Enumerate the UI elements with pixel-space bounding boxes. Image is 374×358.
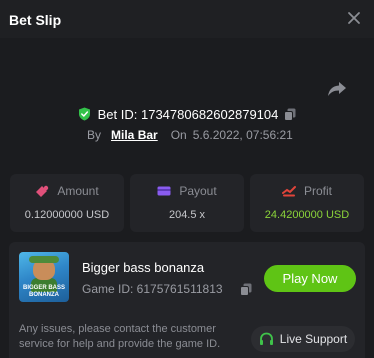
payout-label: Payout (179, 184, 217, 198)
help-text: Any issues, please contact the customer … (19, 323, 221, 350)
by-label: By (87, 128, 102, 142)
share-icon[interactable] (327, 80, 347, 98)
payout-card: Payout 204.5 x (130, 174, 244, 232)
on-label: On (170, 128, 187, 142)
bet-id: Bet ID: 1734780682602879104 (97, 106, 279, 122)
bet-id-row: Bet ID: 1734780682602879104 (0, 105, 374, 123)
game-id: Game ID: 6175761511813 (82, 282, 223, 296)
headset-icon (259, 332, 273, 345)
payout-value: 204.5 x (168, 209, 206, 221)
profit-value: 24.4200000 USD (264, 209, 350, 221)
profit-label: Profit (303, 184, 332, 198)
game-name: Bigger bass bonanza (82, 260, 205, 275)
header: Bet Slip (0, 0, 374, 38)
user-link[interactable]: Mila Bar (111, 128, 158, 142)
amount-label: Amount (57, 184, 99, 198)
copy-icon[interactable] (284, 108, 296, 121)
amount-icon (36, 185, 49, 197)
game-thumbnail[interactable]: BIGGER BASS BONANZA (19, 252, 69, 302)
payout-icon (157, 186, 171, 196)
amount-value: 0.12000000 USD (24, 209, 110, 221)
live-support-button[interactable]: Live Support (251, 326, 355, 352)
game-card: BIGGER BASS BONANZA Bigger bass bonanza … (9, 242, 365, 358)
shield-check-icon (78, 107, 90, 121)
profit-card: Profit 24.4200000 USD (250, 174, 364, 232)
live-support-label: Live Support (279, 332, 348, 346)
close-icon[interactable] (346, 10, 362, 26)
play-now-button[interactable]: Play Now (264, 265, 356, 292)
bet-date: 5.6.2022, 07:56:21 (192, 128, 293, 142)
amount-card: Amount 0.12000000 USD (10, 174, 124, 232)
page-title: Bet Slip (9, 12, 62, 28)
thumb-text-2: BONANZA (29, 292, 59, 298)
copy-icon[interactable] (240, 283, 252, 296)
thumb-text-1: BIGGER BASS (22, 285, 65, 291)
profit-icon (281, 186, 296, 197)
bet-meta: By Mila Bar On 5.6.2022, 07:56:21 (87, 127, 293, 143)
